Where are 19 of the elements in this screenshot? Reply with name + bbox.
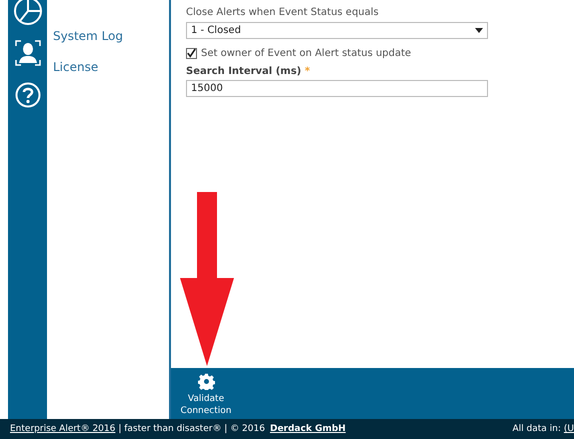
checkbox[interactable] <box>186 48 197 59</box>
field-label: Close Alerts when Event Status equals <box>186 7 380 18</box>
validate-button[interactable]: Validate Connection <box>171 368 241 417</box>
status-dropdown[interactable]: 1 - Closed <box>186 22 488 39</box>
data-link[interactable]: (U <box>564 424 574 434</box>
checkbox-label: Set owner of Event on Alert status update <box>201 48 412 59</box>
data-note: All data in: <box>512 424 561 434</box>
pie-chart-icon[interactable] <box>12 0 42 26</box>
person-icon[interactable] <box>14 40 40 66</box>
field-label: Search Interval (ms) * <box>186 66 311 77</box>
footer-text: | faster than disaster® | © 2016 <box>118 424 265 434</box>
nav-link[interactable]: License <box>47 60 169 74</box>
gear-icon <box>198 373 214 390</box>
interval-input[interactable]: 15000 <box>186 80 488 97</box>
company-link[interactable]: Derdack GmbH <box>270 424 346 434</box>
caret-icon <box>475 28 483 33</box>
product-link[interactable]: Enterprise Alert® 2016 <box>10 424 116 434</box>
nav-link[interactable]: System Log <box>47 29 169 43</box>
help-icon[interactable] <box>14 82 40 108</box>
